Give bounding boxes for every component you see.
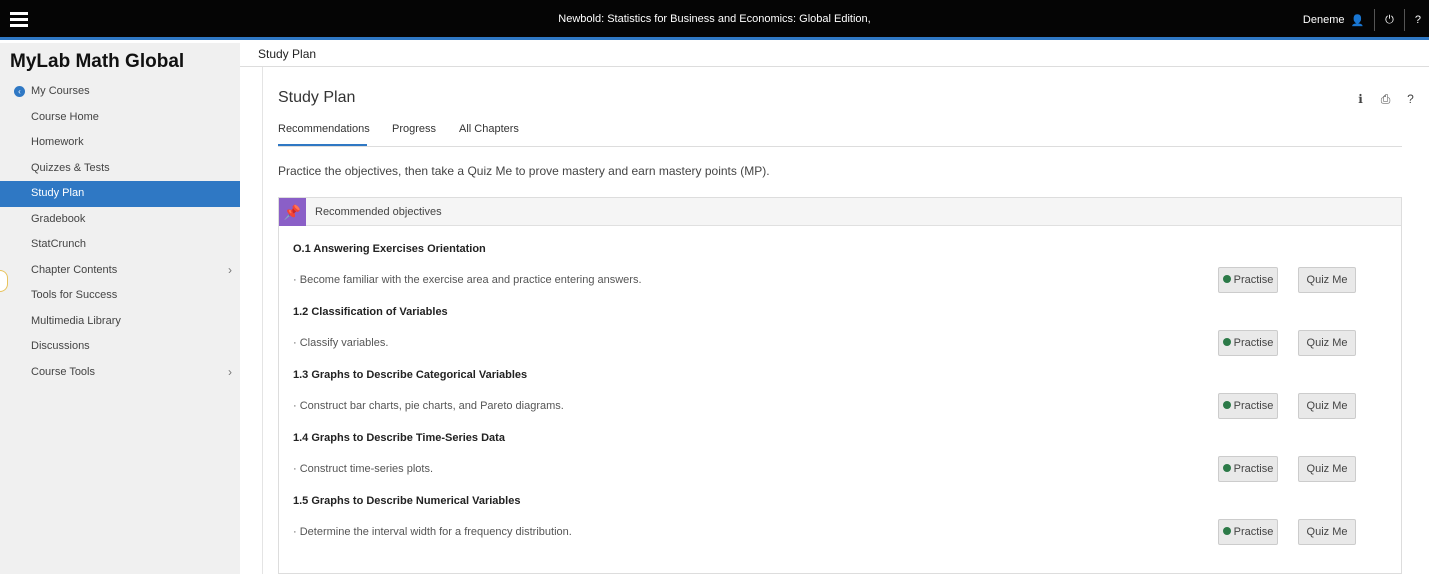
sidebar-item-tools-for-success[interactable]: Tools for Success <box>0 283 240 309</box>
sidebar-item-label: Tools for Success <box>31 289 118 301</box>
sidebar-item-label: Quizzes & Tests <box>31 161 110 174</box>
tab-progress[interactable]: Progress <box>392 123 436 146</box>
tab-recommendations[interactable]: Recommendations <box>278 123 370 146</box>
sidebar-nav: ‹ My Courses Course Home Homework Quizze… <box>0 79 240 385</box>
sidebar-item-label: My Courses <box>31 85 90 97</box>
practise-label: Practise <box>1233 337 1274 349</box>
top-bar: Newbold: Statistics for Business and Eco… <box>0 0 1429 40</box>
objective-description-text: Become familiar with the exercise area a… <box>299 274 642 286</box>
practise-button[interactable]: Practise <box>1218 393 1278 419</box>
objective-title: 1.5 Graphs to Describe Numerical Variabl… <box>293 495 521 507</box>
help-icon[interactable]: ? <box>1402 92 1419 107</box>
objective-title: O.1 Answering Exercises Orientation <box>293 243 486 255</box>
sidebar-item-label: StatCrunch <box>31 238 87 250</box>
objective-title: 1.2 Classification of Variables <box>293 306 448 318</box>
practise-label: Practise <box>1233 463 1274 475</box>
breadcrumb-current: Study Plan <box>258 47 317 61</box>
objective-description-text: Determine the interval width for a frequ… <box>299 526 572 538</box>
recommended-panel: 📌 Recommended objectives O.1 Answering E… <box>278 197 1402 574</box>
user-controls: Deneme 👤 ⏻ ? <box>1303 8 1421 32</box>
status-dot-icon <box>1222 275 1231 283</box>
objective-description: · Become familiar with the exercise area… <box>293 274 642 286</box>
sidebar-item-label: Gradebook <box>31 212 86 225</box>
course-title: Newbold: Statistics for Business and Eco… <box>558 13 871 25</box>
divider <box>1403 9 1405 31</box>
back-arrow-icon: ‹ <box>14 86 25 97</box>
sidebar-item-multimedia-library[interactable]: Multimedia Library <box>0 309 240 335</box>
sidebar-item-label: Study Plan <box>31 187 85 199</box>
tab-bar: Recommendations Progress All Chapters <box>278 123 1402 147</box>
sidebar-item-label: Homework <box>31 136 84 148</box>
objective-description: · Classify variables. <box>293 337 389 349</box>
quiz-me-button[interactable]: Quiz Me <box>1298 330 1356 356</box>
status-dot-icon <box>1222 464 1231 472</box>
intro-text: Practice the objectives, then take a Qui… <box>278 164 770 178</box>
breadcrumb: Study Plan <box>240 43 1429 67</box>
panel-title: Recommended objectives <box>315 206 442 218</box>
power-icon[interactable]: ⏻ <box>1385 14 1394 27</box>
sidebar-item-course-tools[interactable]: Course Tools › <box>0 360 240 386</box>
sidebar-item-statcrunch[interactable]: StatCrunch <box>0 232 240 258</box>
help-icon[interactable]: ? <box>1415 14 1421 26</box>
tab-all-chapters[interactable]: All Chapters <box>459 123 519 146</box>
status-dot-icon <box>1222 338 1231 346</box>
quiz-me-button[interactable]: Quiz Me <box>1298 519 1356 545</box>
practise-button[interactable]: Practise <box>1218 519 1278 545</box>
practise-button[interactable]: Practise <box>1218 267 1278 293</box>
main-content: Study Plan ℹ ⎙ ? Recommendations Progres… <box>262 67 1429 574</box>
practise-label: Practise <box>1233 400 1274 412</box>
user-name[interactable]: Deneme <box>1303 14 1345 26</box>
practise-label: Practise <box>1233 274 1274 286</box>
practise-label: Practise <box>1233 526 1274 538</box>
objective-description: · Determine the interval width for a fre… <box>293 526 572 538</box>
quiz-me-button[interactable]: Quiz Me <box>1298 456 1356 482</box>
objective-description-text: Construct time-series plots. <box>299 463 433 475</box>
objective-item: 1.5 Graphs to Describe Numerical Variabl… <box>293 495 1393 557</box>
page-tools: ℹ ⎙ ? <box>1352 92 1419 107</box>
objective-item: 1.3 Graphs to Describe Categorical Varia… <box>293 369 1393 431</box>
objective-description: · Construct bar charts, pie charts, and … <box>293 400 564 412</box>
practise-button[interactable]: Practise <box>1218 330 1278 356</box>
sidebar-item-chapter-contents[interactable]: Chapter Contents › <box>0 258 240 284</box>
quiz-me-button[interactable]: Quiz Me <box>1298 267 1356 293</box>
practise-button[interactable]: Practise <box>1218 456 1278 482</box>
quiz-me-button[interactable]: Quiz Me <box>1298 393 1356 419</box>
sidebar-item-label: Multimedia Library <box>31 314 121 327</box>
page-title: Study Plan <box>278 89 356 106</box>
status-dot-icon <box>1222 527 1231 535</box>
chevron-right-icon: › <box>228 364 232 379</box>
objective-title: 1.3 Graphs to Describe Categorical Varia… <box>293 369 528 381</box>
divider <box>1374 9 1376 31</box>
brand-title: MyLab Math Global <box>10 51 185 72</box>
objective-title: 1.4 Graphs to Describe Time-Series Data <box>293 432 505 444</box>
sidebar-item-homework[interactable]: Homework <box>0 130 240 156</box>
sidebar-item-study-plan[interactable]: Study Plan <box>0 181 240 207</box>
sidebar-item-label: Discussions <box>31 340 90 352</box>
sidebar-item-discussions[interactable]: Discussions <box>0 334 240 360</box>
objective-item: 1.4 Graphs to Describe Time-Series Data … <box>293 432 1393 494</box>
objective-description: · Construct time-series plots. <box>293 463 433 475</box>
user-icon[interactable]: 👤 <box>1350 14 1364 27</box>
chevron-right-icon: › <box>228 262 232 277</box>
print-icon[interactable]: ⎙ <box>1377 92 1394 107</box>
sidebar-item-gradebook[interactable]: Gradebook <box>0 207 240 233</box>
pin-icon: 📌 <box>279 198 306 226</box>
objective-item: O.1 Answering Exercises Orientation · Be… <box>293 243 1393 305</box>
my-courses-link[interactable]: ‹ My Courses <box>0 79 240 105</box>
sidebar-item-quizzes-tests[interactable]: Quizzes & Tests <box>0 156 240 182</box>
status-dot-icon <box>1222 401 1231 409</box>
panel-header: 📌 Recommended objectives <box>279 198 1401 226</box>
info-icon[interactable]: ℹ <box>1352 92 1369 107</box>
sidebar-item-label: Chapter Contents <box>31 263 118 276</box>
objective-item: 1.2 Classification of Variables · Classi… <box>293 306 1393 368</box>
sidebar-item-label: Course Tools <box>31 365 95 378</box>
sidebar: MyLab Math Global ‹ My Courses Course Ho… <box>0 43 240 574</box>
objective-description-text: Classify variables. <box>299 337 389 349</box>
sidebar-item-label: Course Home <box>31 110 99 123</box>
objective-description-text: Construct bar charts, pie charts, and Pa… <box>299 400 564 412</box>
sidebar-item-course-home[interactable]: Course Home <box>0 105 240 131</box>
